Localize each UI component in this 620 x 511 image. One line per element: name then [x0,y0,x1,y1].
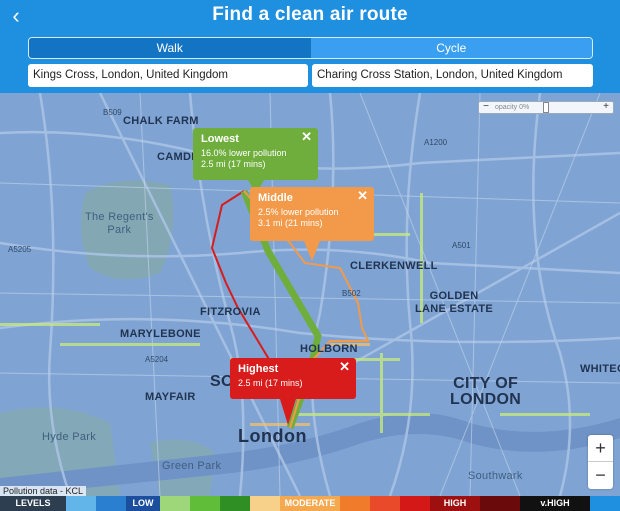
destination-input[interactable]: Charing Cross Station, London, United Ki… [312,64,593,87]
legend-swatch [370,496,400,511]
legend-levels: LEVELS [0,496,66,511]
map-label-green-park: Green Park [162,460,222,472]
travel-mode-tabs: Walk Cycle [28,37,593,59]
zoom-control: + − [588,435,613,489]
legend-high: HIGH [430,496,480,511]
road-label-a5204: A5204 [145,355,169,364]
popup-pointer [304,241,320,261]
opacity-decrease-button[interactable]: − [480,101,492,114]
close-icon[interactable]: ✕ [357,189,368,202]
popup-distance: 2.5 mi (17 mins) [238,378,303,388]
popup-title: Lowest [201,133,239,145]
road-label-a501: A501 [452,241,471,250]
road-label-b509: B509 [103,108,122,117]
route-popup-lowest[interactable]: Lowest 16.0% lower pollution 2.5 mi (17 … [193,128,318,194]
popup-pollution: 2.5% lower pollution [258,207,339,217]
legend-swatch [340,496,370,511]
route-popup-highest[interactable]: Highest 2.5 mi (17 mins) ✕ [230,358,356,425]
legend-swatch [400,496,430,511]
zoom-in-button[interactable]: + [588,435,613,462]
legend-swatch [160,496,190,511]
legend-swatch [190,496,220,511]
map-label-london: London [238,426,307,446]
legend-low: LOW [126,496,160,511]
opacity-increase-button[interactable]: + [600,101,612,114]
map-label-city-of-london: CITY OF LONDON [450,375,522,408]
opacity-slider[interactable]: − opacity 0% + [478,101,614,114]
map-label-golden-lane: GOLDEN LANE ESTATE [415,290,494,315]
map-label-mayfair: MAYFAIR [145,391,196,403]
pollution-map[interactable]: CHALK FARM CAMDE The Regent's Park CLERK… [0,93,620,496]
page-title: Find a clean air route [212,4,408,25]
road-label-a1200: A1200 [424,138,448,147]
legend-swatch [96,496,126,511]
popup-title: Middle [258,192,293,204]
road-label-a5205: A5205 [8,245,32,254]
legend-vhigh: v.HIGH [520,496,590,511]
close-icon[interactable]: ✕ [339,360,350,373]
legend-swatch [250,496,280,511]
map-label-regents-park: The Regent's Park [85,211,154,236]
pollution-legend: LEVELS LOW MODERATE HIGH v.HIGH [0,496,620,511]
road-label-b502: B502 [342,289,361,298]
opacity-slider-thumb[interactable] [543,102,549,113]
opacity-label: opacity 0% [495,104,530,111]
map-label-marylebone: MARYLEBONE [120,328,201,340]
route-popup-middle[interactable]: Middle 2.5% lower pollution 3.1 mi (21 m… [250,187,374,261]
route-controls: Walk Cycle Kings Cross, London, United K… [0,33,620,93]
app-header: ‹ Find a clean air route [0,0,620,33]
legend-swatch [66,496,96,511]
popup-pointer [280,399,296,425]
popup-distance: 2.5 mi (17 mins) [201,159,266,169]
legend-moderate: MODERATE [280,496,340,511]
map-label-whitechapel: WHITEC [580,363,620,375]
popup-pollution: 16.0% lower pollution [201,148,287,158]
tab-cycle[interactable]: Cycle [310,38,592,58]
zoom-out-button[interactable]: − [588,462,613,489]
legend-swatch [480,496,520,511]
map-label-clerkenwell: CLERKENWELL [350,260,438,272]
map-label-southwark: Southwark [468,470,523,482]
close-icon[interactable]: ✕ [301,130,312,143]
map-label-holborn: HOLBORN [300,343,358,355]
legend-swatch [220,496,250,511]
popup-title: Highest [238,363,279,375]
map-label-fitzrovia: FITZROVIA [200,306,261,318]
map-label-hyde-park: Hyde Park [42,431,97,443]
map-label-chalk-farm: CHALK FARM [123,115,199,127]
tab-walk[interactable]: Walk [29,38,311,58]
popup-distance: 3.1 mi (21 mins) [258,218,323,228]
data-credit: Pollution data - KCL [0,486,87,496]
origin-input[interactable]: Kings Cross, London, United Kingdom [28,64,308,87]
